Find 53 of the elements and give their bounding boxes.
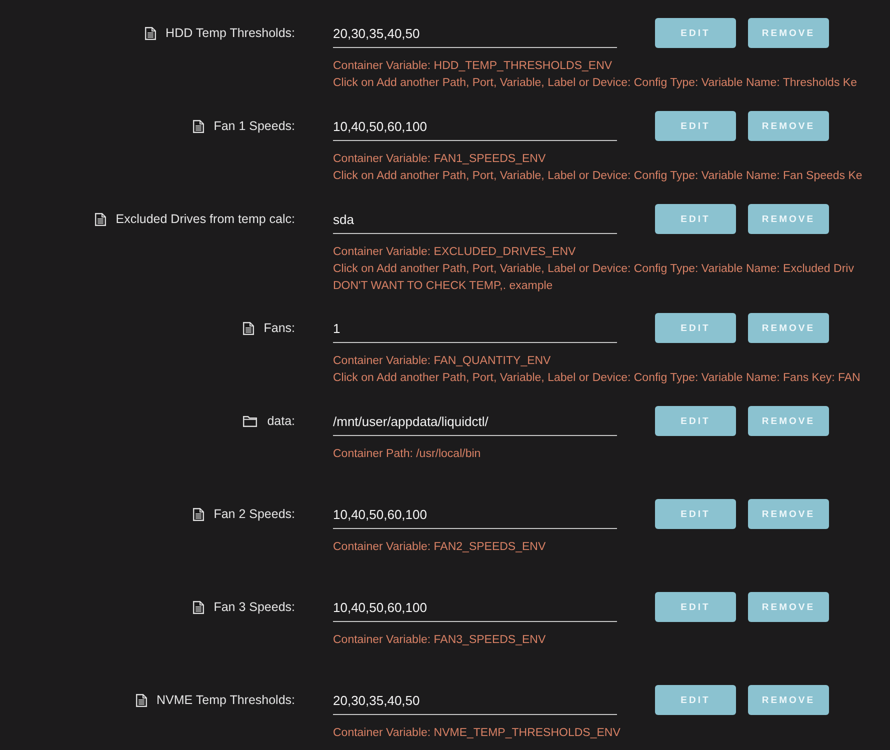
document-icon [242,322,254,334]
description-text: Container Variable: NVME_TEMP_THRESHOLDS_ENV [333,726,620,741]
description-text: Click on Add another Path, Port, Variable, Label or Device: Config Type: Variable Name: Fan Speeds Ke [333,169,862,184]
document-icon [192,120,204,132]
field-label: NVME Temp Thresholds: [156,693,295,707]
description-text: Container Path: /usr/local/bin [333,447,481,462]
description-text: Click on Add another Path, Port, Variable, Label or Device: Config Type: Variable Name: Excluded Driv [333,262,854,277]
remove-button[interactable]: REMOVE [748,685,829,715]
description-text: Container Variable: EXCLUDED_DRIVES_ENV [333,245,576,260]
description-text: Click on Add another Path, Port, Variable, Label or Device: Config Type: Variable Name: Fans Key: FAN [333,371,860,386]
edit-button[interactable]: EDIT [655,111,736,141]
description-text: Container Variable: FAN2_SPEEDS_ENV [333,540,546,555]
description-text: Container Variable: FAN3_SPEEDS_ENV [333,633,546,648]
description-text: Container Variable: HDD_TEMP_THRESHOLDS_ENV [333,59,612,74]
field-label: Fans: [264,321,295,335]
remove-button[interactable]: REMOVE [748,499,829,529]
input-field[interactable]: 1 [333,313,617,343]
edit-button[interactable]: EDIT [655,499,736,529]
field-label: Fan 1 Speeds: [214,119,295,133]
remove-button[interactable]: REMOVE [748,592,829,622]
field-label: HDD Temp Thresholds: [166,26,295,40]
field-label: data: [267,414,295,428]
edit-button[interactable]: EDIT [655,313,736,343]
description-text: DON'T WANT TO CHECK TEMP,. example [333,279,553,294]
field-label: Fan 3 Speeds: [214,600,295,614]
description-text: Click on Add another Path, Port, Variable, Label or Device: Config Type: Variable Name: Thresholds Ke [333,76,857,91]
document-icon [192,600,204,614]
description-text: Container Variable: FAN1_SPEEDS_ENV [333,152,546,167]
remove-button[interactable]: REMOVE [748,18,829,48]
field-label: Fan 2 Speeds: [214,507,295,521]
input-field[interactable]: /mnt/user/appdata/liquidctl/ [333,406,617,436]
folder-icon [243,416,258,426]
description-text: Container Variable: FAN_QUANTITY_ENV [333,354,551,369]
input-field[interactable]: 20,30,35,40,50 [333,18,617,48]
remove-button[interactable]: REMOVE [748,313,829,343]
edit-button[interactable]: EDIT [655,204,736,234]
remove-button[interactable]: REMOVE [748,204,829,234]
edit-button[interactable]: EDIT [655,18,736,48]
remove-button[interactable]: REMOVE [748,111,829,141]
input-field[interactable]: sda [333,204,617,234]
document-icon [144,26,156,40]
document-icon [192,508,204,520]
input-field[interactable]: 20,30,35,40,50 [333,685,617,715]
field-label: Excluded Drives from temp calc: [116,212,295,226]
edit-button[interactable]: EDIT [655,592,736,622]
document-icon [136,694,147,706]
input-field[interactable]: 10,40,50,60,100 [333,111,617,141]
document-icon [94,212,106,226]
edit-button[interactable]: EDIT [655,685,736,715]
input-field[interactable]: 10,40,50,60,100 [333,499,617,529]
remove-button[interactable]: REMOVE [748,406,829,436]
edit-button[interactable]: EDIT [655,406,736,436]
input-field[interactable]: 10,40,50,60,100 [333,592,617,622]
